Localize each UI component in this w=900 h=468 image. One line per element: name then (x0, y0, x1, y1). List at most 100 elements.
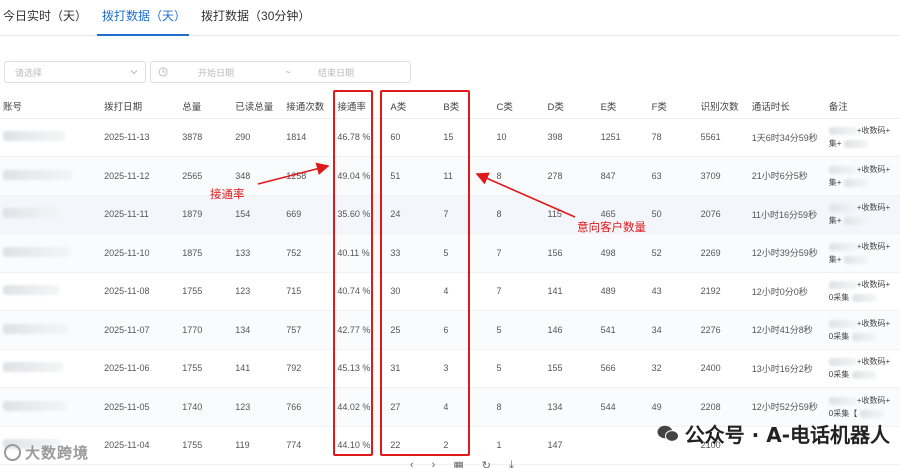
cell-class-c: 7 (493, 233, 545, 273)
tab-dial-data-30min[interactable]: 拨打数据（30分钟） (194, 7, 317, 35)
remark-line-2: 集+ (828, 177, 842, 187)
cell-connect-rate: 35.60 % (334, 195, 388, 234)
cell-class-c: 5 (493, 349, 545, 388)
cell-connect-rate: 40.11 % (334, 233, 388, 273)
redacted-remark (828, 165, 857, 174)
cell-class-b: 3 (440, 349, 494, 388)
cell-read-total: 119 (232, 426, 284, 465)
table-row[interactable]: 2025-11-13 3878 290 1814 46.78 % 60 15 10 398 125… (0, 118, 900, 157)
redacted-account (3, 169, 73, 180)
account-select-placeholder: 请选择 (15, 67, 43, 78)
cell-dial-date: 2025-11-04 (101, 426, 180, 465)
watermark-left-text: 大数跨境 (25, 444, 90, 462)
cell-class-b: 4 (440, 387, 494, 427)
cell-dial-date: 2025-11-08 (101, 272, 180, 311)
date-start-input[interactable]: 开始日期 (198, 66, 258, 79)
cell-total: 1755 (179, 349, 233, 388)
cell-call-duration: 12小时41分8秒 (748, 310, 826, 350)
cell-class-d: 146 (544, 310, 598, 350)
clock-icon (158, 67, 168, 77)
table-row[interactable]: 2025-11-07 1770 134 757 42.77 % 25 6 5 146 541 34 2… (0, 310, 900, 350)
viewer-controls: ‹ › ▦ ↻ ⤓ (410, 459, 514, 468)
gallery-icon[interactable]: ▦ (453, 459, 463, 468)
cell-class-c: 10 (493, 118, 545, 157)
cell-dial-date: 2025-11-10 (101, 233, 180, 273)
prev-icon[interactable]: ‹ (410, 459, 414, 468)
tab-today-realtime[interactable]: 今日实时（天） (0, 7, 94, 35)
cell-connects: 669 (283, 195, 335, 234)
cell-read-total: 134 (232, 310, 284, 350)
remark-line-2: 集+ (828, 254, 842, 264)
cell-call-duration: 12小时39分59秒 (748, 233, 826, 273)
tab-bar: 今日实时（天） 拨打数据（天） 拨打数据（30分钟） (0, 0, 900, 36)
cell-total: 1755 (179, 272, 233, 311)
remark-line-1: +收数码+ (856, 280, 891, 290)
cell-account (0, 387, 102, 427)
cell-remark: +收数码+ 0采集 (825, 349, 900, 388)
table-row[interactable]: 2025-11-08 1755 123 715 40.74 % 30 4 7 141 489 43 2… (0, 272, 900, 311)
account-select[interactable]: 请选择 (4, 61, 146, 83)
cell-class-a: 51 (387, 156, 441, 196)
cell-class-e: 544 (597, 387, 649, 427)
download-icon[interactable]: ⤓ (509, 459, 514, 468)
redacted-remark (828, 358, 857, 367)
cell-connects: 792 (283, 349, 335, 388)
cell-class-e: 1251 (597, 118, 649, 157)
col-header-remark: 备注 (825, 94, 900, 119)
cell-class-f: 52 (648, 233, 698, 273)
remark-line-2: 0采集 (828, 293, 850, 303)
redacted-remark (828, 281, 857, 290)
date-separator: ~ (285, 67, 291, 77)
col-header-recognitions: 识别次数 (697, 94, 749, 119)
redacted-remark (860, 409, 885, 418)
cell-remark: +收数码+ 0采集 (825, 272, 900, 311)
cell-class-c: 8 (493, 387, 545, 427)
cell-connects: 715 (283, 272, 335, 311)
cell-recognitions: 2076 (697, 195, 749, 234)
cell-call-duration: 13小时16分2秒 (748, 349, 826, 388)
cell-class-a: 25 (387, 310, 441, 350)
cell-class-b: 6 (440, 310, 494, 350)
cell-recognitions: 3709 (697, 156, 749, 196)
cell-remark: +收数码+ 集+ (825, 233, 900, 273)
table-row[interactable]: 2025-11-12 2565 348 1258 49.04 % 51 11 8 278 847 6… (0, 156, 900, 196)
cell-connect-rate: 49.04 % (334, 156, 388, 196)
cell-recognitions: 2400 (697, 349, 749, 388)
cell-class-d: 155 (544, 349, 598, 388)
col-header-connects: 接通次数 (283, 94, 335, 119)
col-header-class-a: A类 (387, 94, 441, 119)
cell-read-total: 133 (232, 233, 284, 273)
next-icon[interactable]: › (432, 459, 436, 468)
cell-class-e: 847 (597, 156, 649, 196)
remark-line-1: +收数码+ (856, 241, 891, 251)
cell-class-d: 141 (544, 272, 598, 311)
cell-class-a: 27 (387, 387, 441, 427)
cell-class-c: 7 (493, 272, 545, 311)
cell-call-duration: 21小时6分5秒 (748, 156, 826, 196)
cell-class-a: 31 (387, 349, 441, 388)
rotate-icon[interactable]: ↻ (482, 459, 491, 468)
watermark-logo-icon (4, 444, 21, 461)
connect-rate-annotation: 接通率 (210, 189, 245, 201)
cell-class-a: 60 (387, 118, 441, 157)
remark-line-1: +收数码+ (856, 318, 891, 328)
cell-call-duration: 1天6时34分59秒 (748, 118, 826, 157)
tab-dial-data-daily[interactable]: 拨打数据（天） (95, 7, 193, 36)
redacted-remark (852, 332, 877, 341)
table-row[interactable]: 2025-11-10 1875 133 752 40.11 % 33 5 7 156 498 52 2… (0, 233, 900, 273)
cell-connect-rate: 44.02 % (334, 387, 388, 427)
table-row[interactable]: 2025-11-11 1879 154 669 35.60 % 24 7 8 115 465 50 2… (0, 195, 900, 234)
cell-class-c: 8 (493, 195, 545, 234)
cell-connects: 1258 (283, 156, 335, 196)
date-range-picker[interactable]: 开始日期 ~ 结束日期 (150, 61, 411, 83)
date-end-input[interactable]: 结束日期 (318, 66, 354, 79)
table-row[interactable]: 2025-11-06 1755 141 792 45.13 % 31 3 5 155 566 32 2… (0, 349, 900, 388)
cell-account (0, 272, 102, 311)
cell-total: 1875 (179, 233, 233, 273)
cell-class-f: 50 (648, 195, 698, 234)
cell-recognitions: 5561 (697, 118, 749, 157)
cell-call-duration: 12小时0分0秒 (748, 272, 826, 311)
col-header-class-b: B类 (440, 94, 494, 119)
remark-line-1: +收数码+ (856, 357, 891, 367)
cell-remark: +收数码+ 集+ (825, 195, 900, 234)
